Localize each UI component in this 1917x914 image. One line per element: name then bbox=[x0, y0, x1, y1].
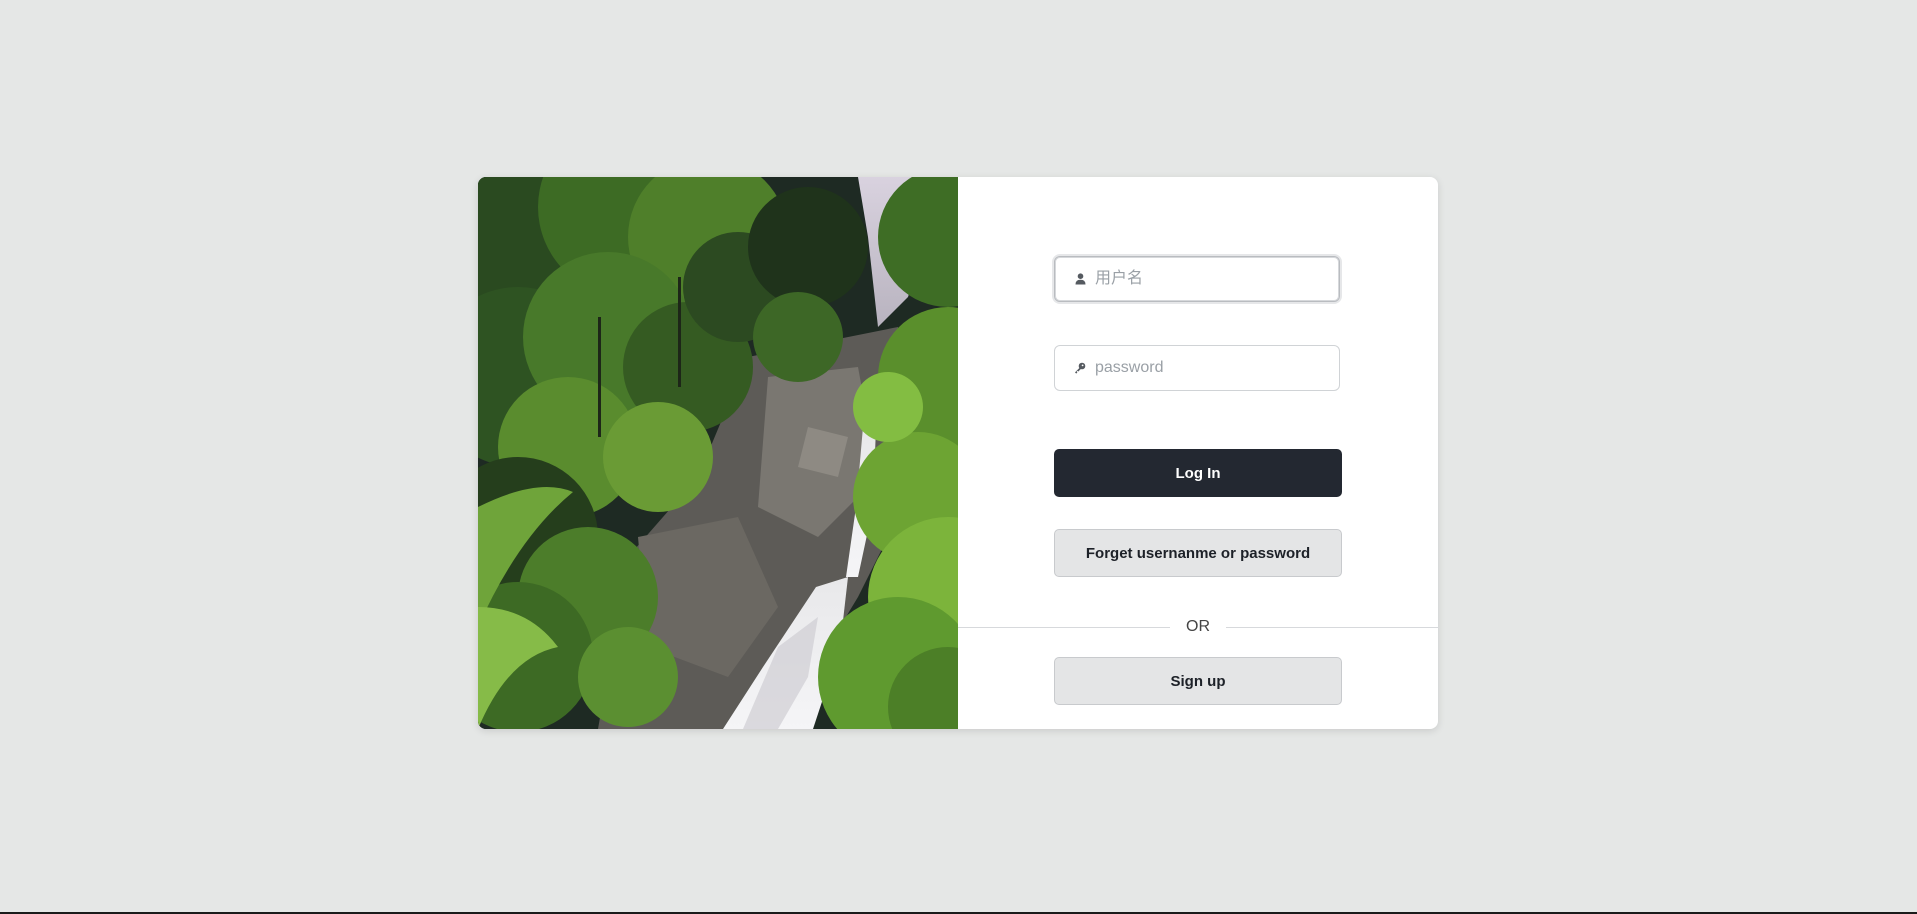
password-field[interactable] bbox=[1054, 345, 1340, 391]
login-form: Log In Forget usernanme or password OR S… bbox=[958, 177, 1438, 729]
divider-text: OR bbox=[1186, 618, 1210, 635]
user-icon bbox=[1073, 272, 1087, 286]
divider-line-right bbox=[1226, 626, 1438, 628]
password-input[interactable] bbox=[1095, 353, 1315, 383]
waterfall-forest-image bbox=[478, 177, 958, 729]
or-divider: OR bbox=[958, 617, 1438, 637]
forgot-credentials-button[interactable]: Forget usernanme or password bbox=[1054, 529, 1342, 577]
username-field[interactable] bbox=[1054, 256, 1340, 302]
divider-line-left bbox=[958, 626, 1170, 628]
login-button[interactable]: Log In bbox=[1054, 449, 1342, 497]
login-card: Log In Forget usernanme or password OR S… bbox=[478, 177, 1438, 729]
username-input[interactable] bbox=[1095, 264, 1315, 294]
signup-button[interactable]: Sign up bbox=[1054, 657, 1342, 705]
key-icon bbox=[1073, 361, 1087, 375]
